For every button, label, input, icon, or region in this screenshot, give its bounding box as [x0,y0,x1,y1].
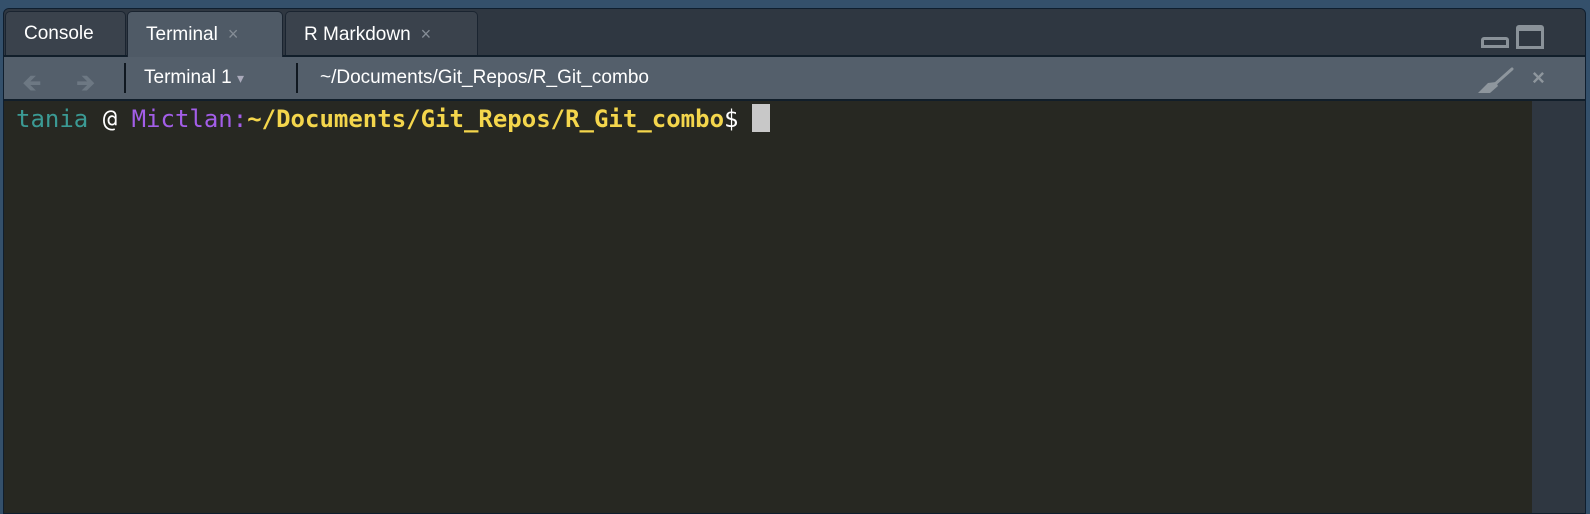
terminal-select-label: Terminal 1 [144,67,232,88]
divider [124,63,126,93]
close-tab-icon[interactable]: × [228,24,239,44]
tab-label: Console [24,23,94,44]
prompt-host: Mictlan: [131,105,248,133]
prompt-cwd: ~/Documents/Git_Repos/R_Git_combo [247,105,725,133]
terminal-select[interactable]: Terminal 1 ▾ [144,67,244,89]
maximize-pane-icon[interactable] [1516,25,1544,49]
tab-console[interactable]: Console [5,11,126,55]
tab-r-markdown[interactable]: R Markdown × [285,11,478,55]
broom-icon[interactable] [1476,67,1516,95]
minimize-pane-icon[interactable] [1481,37,1509,48]
tab-terminal[interactable]: Terminal × [127,11,283,57]
terminal-pane: Console Terminal × R Markdown × 🡸 🡺 Termin… [3,8,1586,514]
tab-label: Terminal [146,24,218,45]
scrollbar[interactable] [1532,101,1585,513]
tab-bar: Console Terminal × R Markdown × [4,9,1585,57]
working-directory: ~/Documents/Git_Repos/R_Git_combo [320,67,649,88]
divider [296,63,298,93]
tab-label: R Markdown [304,24,411,45]
terminal-output[interactable]: tania @ Mictlan:~/Documents/Git_Repos/R_… [4,101,1532,513]
terminal-toolbar: 🡸 🡺 Terminal 1 ▾ ~/Documents/Git_Repos/R… [4,57,1585,101]
close-terminal-icon[interactable]: × [1532,65,1545,91]
chevron-down-icon: ▾ [236,70,244,86]
prompt-at: @ [88,105,132,133]
prompt-symbol: $ [724,105,739,133]
prompt-user: tania [16,105,89,133]
prompt-line: tania @ Mictlan:~/Documents/Git_Repos/R_… [16,104,771,133]
terminal-cursor [752,104,771,132]
close-tab-icon[interactable]: × [421,24,432,44]
